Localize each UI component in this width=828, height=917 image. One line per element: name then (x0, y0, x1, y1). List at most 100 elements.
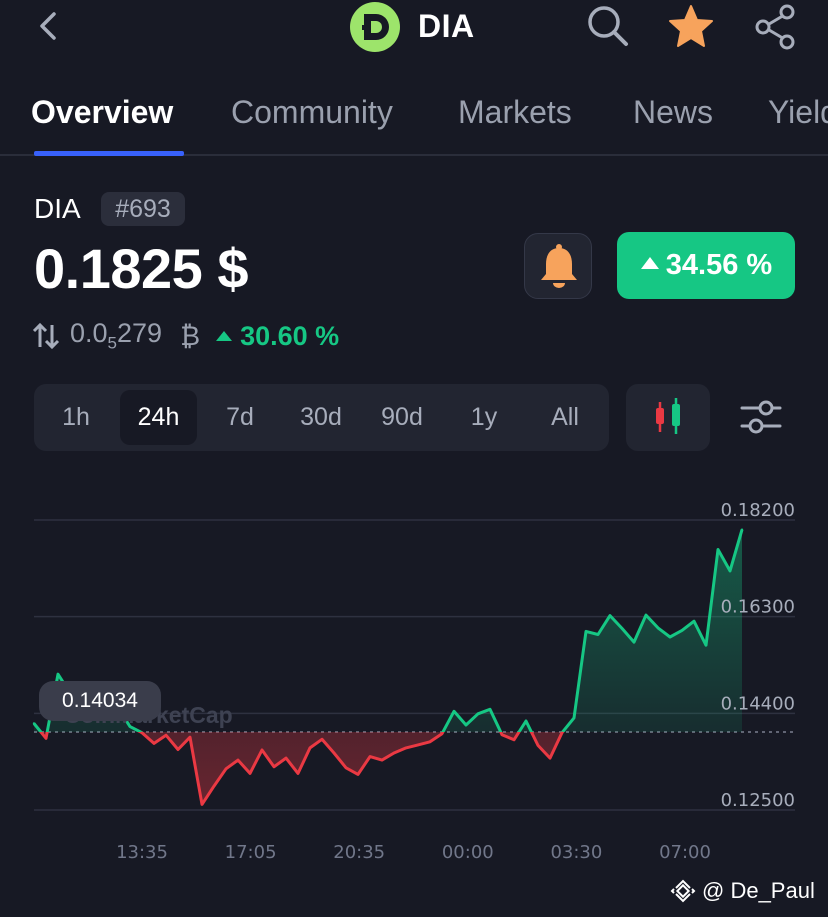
data-point (740, 528, 744, 531)
data-point (260, 748, 264, 752)
coin-symbol: DIA (34, 193, 81, 224)
data-point (452, 710, 456, 713)
data-point (392, 751, 396, 755)
data-point (32, 722, 36, 725)
data-point (344, 766, 348, 769)
data-point (272, 765, 276, 768)
data-point (476, 712, 480, 715)
data-point (500, 733, 504, 736)
triangle-up-icon (640, 257, 659, 270)
bell-icon (541, 244, 577, 288)
data-point (716, 548, 720, 551)
tab-yield[interactable]: Yield (768, 94, 828, 131)
data-point (176, 748, 180, 751)
price-alert-button[interactable] (524, 233, 592, 299)
x-tick-label: 13:35 (116, 842, 168, 863)
data-point (512, 738, 516, 741)
timeframe-selector: 1h 24h 7d 30d 90d 1y All (34, 384, 609, 451)
change-24h-badge: 34.56 % (617, 232, 795, 299)
btc-symbol: ₿ (180, 320, 201, 351)
data-point (440, 732, 444, 735)
chart-settings-button[interactable] (738, 394, 784, 440)
back-arrow-icon (40, 12, 56, 40)
data-point (560, 731, 564, 734)
current-price: 0.1825 $ (34, 237, 248, 300)
data-point (404, 746, 408, 750)
tab-community[interactable]: Community (231, 94, 393, 131)
data-point (572, 716, 576, 720)
data-point (656, 626, 660, 630)
triangle-up-icon (216, 331, 233, 341)
timeframe-24h[interactable]: 24h (120, 390, 197, 445)
x-tick-label: 00:00 (442, 842, 494, 863)
data-point (524, 719, 528, 723)
tab-bar: Overview Community Markets News Yield (0, 94, 828, 156)
change-24h-value: 34.56 % (665, 249, 773, 281)
x-tick-label: 17:05 (225, 842, 277, 863)
x-tick-label: 03:30 (550, 842, 602, 863)
x-tick-label: 07:00 (659, 842, 711, 863)
data-point (668, 635, 672, 639)
y-tick-label: 0.14400 (721, 693, 795, 714)
btc-change: 30.60 % (240, 320, 340, 351)
data-point (332, 751, 336, 755)
data-point (380, 758, 384, 762)
data-point (188, 736, 192, 739)
data-point (428, 740, 432, 743)
timeframe-1y[interactable]: 1y (454, 390, 514, 445)
dia-logo-icon (362, 14, 389, 40)
area-above-open (34, 529, 742, 732)
data-point (644, 613, 648, 617)
data-point (548, 756, 552, 760)
share-button[interactable] (752, 2, 798, 52)
data-point (704, 644, 708, 647)
data-point (236, 758, 240, 762)
credit-text: @ De_Paul (702, 878, 815, 903)
data-point (728, 569, 732, 573)
data-point (464, 723, 468, 727)
data-point (56, 673, 60, 676)
data-point (692, 620, 696, 623)
star-icon (669, 5, 713, 47)
tab-news[interactable]: News (633, 94, 713, 131)
data-point (164, 734, 168, 737)
search-icon (588, 6, 628, 46)
timeframe-all[interactable]: All (534, 390, 596, 445)
data-point (584, 630, 588, 633)
btc-price-row: 0.05279 ₿ 30.60 % (32, 318, 339, 354)
rank-badge: #693 (101, 192, 185, 226)
data-point (152, 742, 156, 745)
data-point (620, 627, 624, 630)
open-price-label: 0.14034 (39, 681, 161, 721)
x-tick-label: 20:35 (333, 842, 385, 863)
timeframe-30d[interactable]: 30d (286, 390, 356, 445)
candlestick-icon (656, 398, 680, 434)
timeframe-7d[interactable]: 7d (210, 390, 270, 445)
data-point (308, 746, 312, 750)
tab-markets[interactable]: Markets (458, 94, 572, 131)
back-button[interactable] (30, 6, 66, 46)
data-point (632, 640, 636, 644)
data-point (140, 731, 144, 734)
coin-title: DIA (418, 8, 475, 44)
search-button[interactable] (584, 2, 630, 48)
data-point (608, 614, 612, 617)
tab-overview[interactable]: Overview (31, 94, 173, 131)
data-point (596, 633, 600, 636)
data-point (680, 629, 684, 632)
timeframe-90d[interactable]: 90d (367, 390, 437, 445)
y-tick-label: 0.16300 (721, 597, 795, 618)
y-tick-label: 0.12500 (721, 790, 795, 811)
data-point (488, 708, 492, 711)
data-point (368, 755, 372, 758)
data-point (200, 803, 204, 806)
timeframe-1h[interactable]: 1h (46, 390, 106, 445)
data-point (284, 756, 288, 760)
data-point (536, 744, 540, 747)
y-tick-label: 0.18200 (721, 500, 795, 521)
candlestick-toggle-button[interactable] (626, 384, 710, 451)
share-icon (755, 4, 795, 50)
favorite-button[interactable] (666, 2, 716, 52)
coin-logo (350, 2, 400, 52)
data-point (416, 743, 420, 747)
